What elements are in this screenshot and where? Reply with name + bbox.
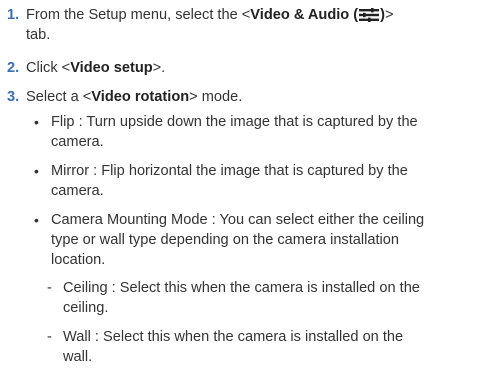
sub-item-text-line2: wall.	[63, 349, 93, 365]
step-text-line2: tab.	[26, 27, 51, 43]
bullet-text-line1: Mirror : Flip horizontal the image that …	[51, 163, 408, 179]
bullet-mirror: • Mirror : Flip horizontal the image tha…	[34, 162, 484, 202]
step-text-pre: Click <	[26, 60, 71, 76]
sub-item-ceiling: - Ceiling : Select this when the camera …	[47, 279, 487, 319]
step-1: 1. From the Setup menu, select the <Vide…	[0, 2, 493, 46]
step-text-post: >	[385, 7, 394, 23]
bullet-marker: •	[34, 212, 39, 228]
step-text: Select a <Video rotation> mode.	[26, 88, 486, 107]
bullet-text-line2: camera.	[51, 134, 104, 150]
sub-item-text-line2: ceiling.	[63, 300, 109, 316]
step-2: 2. Click <Video setup>.	[0, 55, 493, 77]
bullet-camera-mounting-mode: • Camera Mounting Mode : You can select …	[34, 211, 484, 271]
step-text: From the Setup menu, select the <Video &…	[26, 6, 486, 25]
bullet-flip: • Flip : Turn upside down the image that…	[34, 113, 484, 153]
step-text: Click <Video setup>.	[26, 59, 486, 78]
bullet-text-line1: Flip : Turn upside down the image that i…	[51, 114, 418, 130]
sub-item-wall: - Wall : Select this when the camera is …	[47, 328, 487, 368]
step-number: 3.	[7, 89, 20, 105]
bullet-marker: •	[34, 163, 39, 179]
video-audio-settings-icon	[358, 8, 380, 22]
menu-item-video-setup: Video setup	[70, 60, 153, 76]
step-text-pre: From the Setup menu, select the <	[26, 7, 251, 23]
sub-item-text-line1: Wall : Select this when the camera is in…	[63, 329, 404, 345]
option-video-rotation: Video rotation	[91, 89, 190, 105]
step-number: 2.	[7, 60, 20, 76]
bullet-marker: •	[34, 114, 39, 130]
bullet-text-line2: type or wall type depending on the camer…	[51, 232, 400, 248]
bullet-text-line1: Camera Mounting Mode : You can select ei…	[51, 212, 425, 228]
bullet-text-line3: location.	[51, 252, 106, 268]
step-number: 1.	[7, 7, 20, 23]
bullet-text-line2: camera.	[51, 183, 104, 199]
step-3: 3. Select a <Video rotation> mode.	[0, 84, 493, 106]
sub-item-text-line1: Ceiling : Select this when the camera is…	[63, 280, 420, 296]
dash-marker: -	[47, 329, 52, 345]
step-text-pre: Select a <	[26, 89, 92, 105]
dash-marker: -	[47, 280, 52, 296]
step-text-post: >.	[152, 60, 166, 76]
tab-name: Video & Audio (	[250, 7, 359, 23]
step-text-post: > mode.	[189, 89, 243, 105]
